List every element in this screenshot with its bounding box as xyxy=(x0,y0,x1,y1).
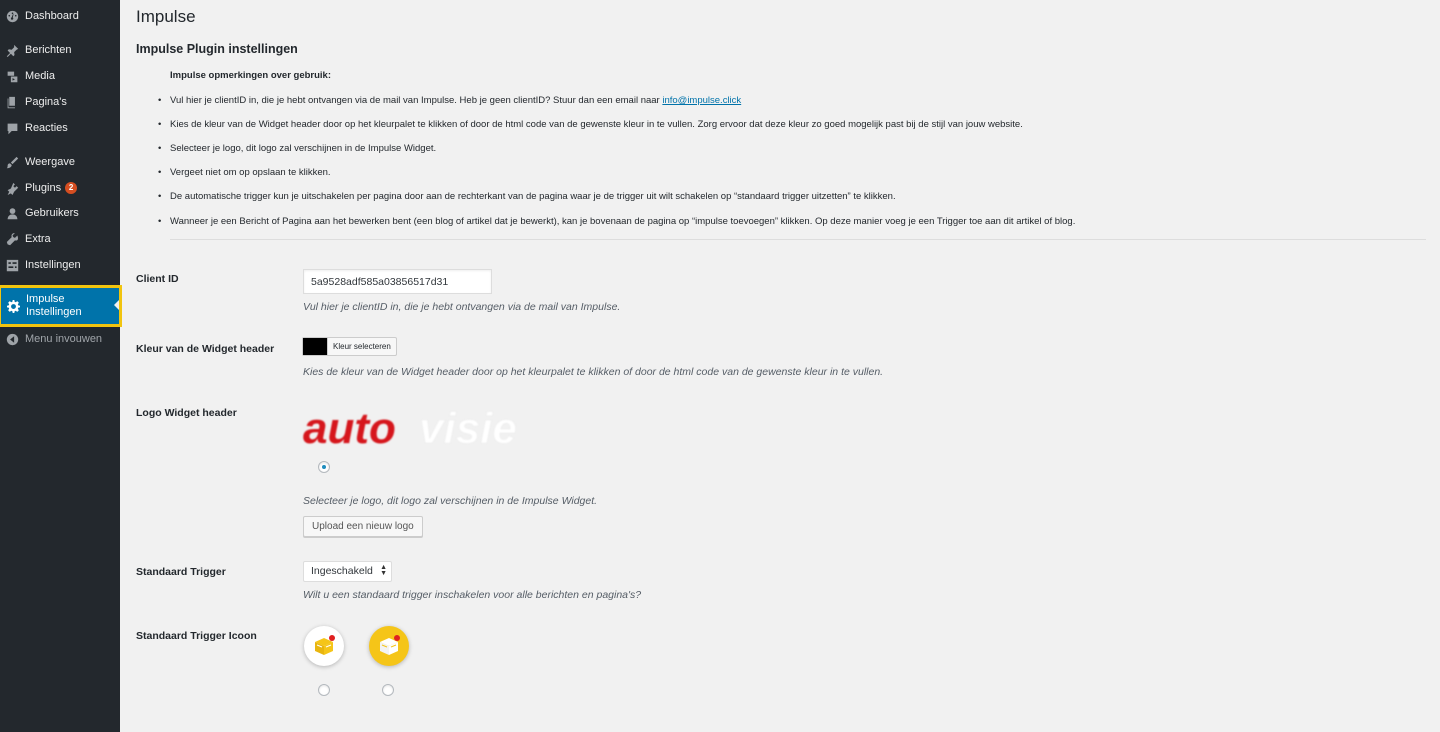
sidebar-item-impulse-instellingen[interactable]: Impulse Instellingen xyxy=(0,285,122,327)
admin-sidebar: Dashboard Berichten Media Pagina's React… xyxy=(0,0,122,732)
note-item: • Vergeet niet om op opslaan te klikken. xyxy=(158,167,331,178)
note-text: Selecteer je logo, dit logo zal verschij… xyxy=(170,143,437,154)
bullet: • xyxy=(158,119,162,130)
note-item: • Selecteer je logo, dit logo zal versch… xyxy=(158,143,436,154)
pages-icon xyxy=(5,95,19,109)
sidebar-item-berichten[interactable]: Berichten xyxy=(0,38,120,62)
color-picker-button[interactable]: Kleur selecteren xyxy=(302,337,397,356)
sidebar-item-label: Reacties xyxy=(25,122,68,134)
select-arrows-icon: ▲ ▼ xyxy=(380,564,387,577)
svg-text:auto: auto xyxy=(303,404,396,450)
update-count-badge: 2 xyxy=(65,182,78,194)
bullet: • xyxy=(158,191,162,202)
note-text: Wanneer je een Bericht of Pagina aan het… xyxy=(170,216,1076,227)
sidebar-item-label: Menu invouwen xyxy=(25,333,103,345)
svg-text:visie: visie xyxy=(419,404,517,450)
sidebar-item-plugins[interactable]: Plugins 2 xyxy=(0,176,120,200)
sidebar-item-dashboard[interactable]: Dashboard xyxy=(0,4,120,28)
sidebar-item-label: Impulse Instellingen xyxy=(26,293,82,318)
sidebar-item-label: Instellingen xyxy=(25,259,81,271)
note-item: • Vul hier je clientID in, die je hebt o… xyxy=(158,95,741,106)
note-item: • Wanneer je een Bericht of Pagina aan h… xyxy=(158,216,1075,227)
box-icon-white xyxy=(304,626,344,666)
color-swatch xyxy=(303,338,327,355)
default-trigger-description: Wilt u een standaard trigger inschakelen… xyxy=(303,589,642,601)
logo-label: Logo Widget header xyxy=(136,407,237,419)
upload-logo-button[interactable]: Upload een nieuw logo xyxy=(303,516,423,537)
comments-icon xyxy=(5,121,19,135)
box-icon-yellow xyxy=(369,626,409,666)
color-picker-label: Kleur selecteren xyxy=(327,338,396,355)
sidebar-item-label: Plugins xyxy=(25,182,62,194)
collapse-icon xyxy=(5,332,19,346)
widget-color-description: Kies de kleur van de Widget header door … xyxy=(303,366,884,378)
sidebar-item-gebruikers[interactable]: Gebruikers xyxy=(0,201,120,225)
media-icon xyxy=(5,69,19,83)
divider xyxy=(170,239,1426,240)
active-indicator-arrow xyxy=(114,300,119,310)
default-trigger-select[interactable]: Ingeschakeld ▲ ▼ xyxy=(303,561,392,582)
sidebar-item-label: Berichten xyxy=(25,44,72,56)
note-text: De automatische trigger kun je uitschake… xyxy=(170,191,896,202)
tools-icon xyxy=(5,232,19,246)
client-id-label: Client ID xyxy=(136,273,179,285)
trigger-icon-radio-yellow[interactable] xyxy=(382,684,394,696)
settings-icon xyxy=(5,258,19,272)
users-icon xyxy=(5,206,19,220)
sidebar-item-label: Pagina's xyxy=(25,96,67,108)
sidebar-item-weergave[interactable]: Weergave xyxy=(0,150,120,174)
sidebar-item-extra[interactable]: Extra xyxy=(0,227,120,251)
notes-heading: Impulse opmerkingen over gebruik: xyxy=(170,70,332,81)
sidebar-item-reacties[interactable]: Reacties xyxy=(0,116,120,140)
bullet: • xyxy=(158,95,162,106)
logo-description: Selecteer je logo, dit logo zal verschij… xyxy=(303,495,598,507)
bullet: • xyxy=(158,167,162,178)
gear-icon xyxy=(6,299,20,313)
sidebar-item-instellingen[interactable]: Instellingen xyxy=(0,253,120,277)
select-value: Ingeschakeld xyxy=(311,565,373,577)
client-id-input[interactable] xyxy=(303,269,492,294)
sidebar-item-paginas[interactable]: Pagina's xyxy=(0,90,120,114)
bullet: • xyxy=(158,143,162,154)
autovisie-logo: auto visie xyxy=(301,400,561,454)
plugins-icon xyxy=(5,181,19,195)
bullet: • xyxy=(158,216,162,227)
note-item: • De automatische trigger kun je uitscha… xyxy=(158,191,896,202)
appearance-icon xyxy=(5,155,19,169)
note-text: Vergeet niet om op opslaan te klikken. xyxy=(170,167,331,178)
sidebar-item-label: Dashboard xyxy=(25,10,79,22)
widget-color-label: Kleur van de Widget header xyxy=(136,343,275,355)
note-text: Kies de kleur van de Widget header door … xyxy=(170,119,1023,130)
sidebar-item-label: Media xyxy=(25,70,55,82)
logo-radio-selected[interactable] xyxy=(318,461,330,473)
sidebar-item-media[interactable]: Media xyxy=(0,64,120,88)
sidebar-item-label: Extra xyxy=(25,233,51,245)
dashboard-icon xyxy=(5,9,19,23)
sidebar-item-label: Weergave xyxy=(25,156,75,168)
sidebar-collapse-menu[interactable]: Menu invouwen xyxy=(0,327,120,351)
pin-icon xyxy=(5,43,19,57)
section-title: Impulse Plugin instellingen xyxy=(136,42,298,56)
sidebar-item-label: Gebruikers xyxy=(25,207,79,219)
note-item: • Kies de kleur van de Widget header doo… xyxy=(158,119,1023,130)
trigger-icon-label: Standaard Trigger Icoon xyxy=(136,630,257,642)
email-link[interactable]: info@impulse.click xyxy=(662,95,741,106)
page-title: Impulse xyxy=(136,7,196,26)
note-text: Vul hier je clientID in, die je hebt ont… xyxy=(170,95,663,106)
client-id-description: Vul hier je clientID in, die je hebt ont… xyxy=(303,301,621,313)
trigger-icon-radio-white[interactable] xyxy=(318,684,330,696)
default-trigger-label: Standaard Trigger xyxy=(136,566,226,578)
